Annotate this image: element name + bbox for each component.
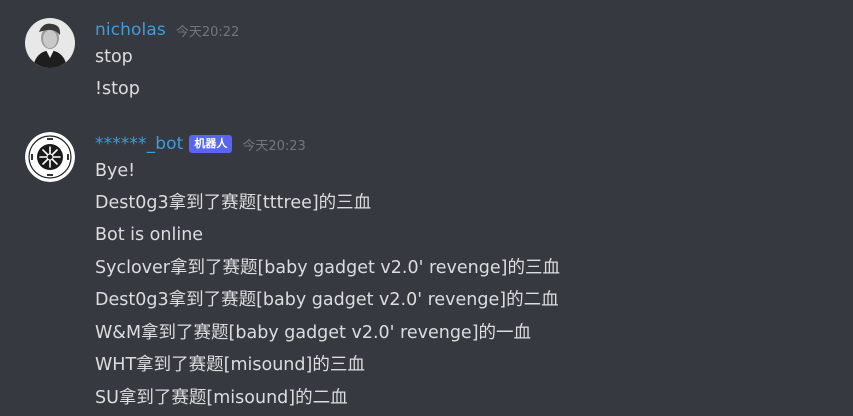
user-portrait-avatar-icon bbox=[25, 18, 75, 68]
message-timestamp: 今天20:23 bbox=[242, 138, 306, 154]
chat-messages-area: nicholas 今天20:22 stop !stop ******_bot 机… bbox=[0, 0, 853, 416]
message-line: W&M拿到了赛题[baby gadget v2.0' revenge]的一血 bbox=[95, 323, 532, 343]
bot-seal-avatar-icon bbox=[25, 132, 75, 182]
message-line: WHT拿到了赛题[misound]的三血 bbox=[95, 355, 365, 375]
message-header: nicholas 今天20:22 bbox=[95, 17, 239, 43]
message-line: Bye! bbox=[95, 161, 136, 181]
message-line: stop bbox=[95, 47, 133, 67]
message-line: Syclover拿到了赛题[baby gadget v2.0' revenge]… bbox=[95, 258, 560, 278]
author-name[interactable]: ******_bot bbox=[95, 134, 183, 154]
user-avatar[interactable] bbox=[25, 18, 75, 68]
message-timestamp: 今天20:22 bbox=[175, 24, 240, 40]
message-line: Bot is online bbox=[95, 225, 204, 245]
message-line: Dest0g3拿到了赛题[tttree]的三血 bbox=[95, 193, 372, 213]
message-line: SU拿到了赛题[misound]的二血 bbox=[95, 388, 348, 408]
author-name[interactable]: nicholas bbox=[95, 20, 166, 40]
bot-avatar[interactable] bbox=[25, 132, 75, 182]
message-header: ******_bot 机器人 今天20:23 bbox=[95, 131, 306, 157]
message-line: !stop bbox=[95, 79, 140, 99]
message-line: Dest0g3拿到了赛题[baby gadget v2.0' revenge]的… bbox=[95, 290, 559, 310]
bot-badge: 机器人 bbox=[189, 135, 233, 153]
